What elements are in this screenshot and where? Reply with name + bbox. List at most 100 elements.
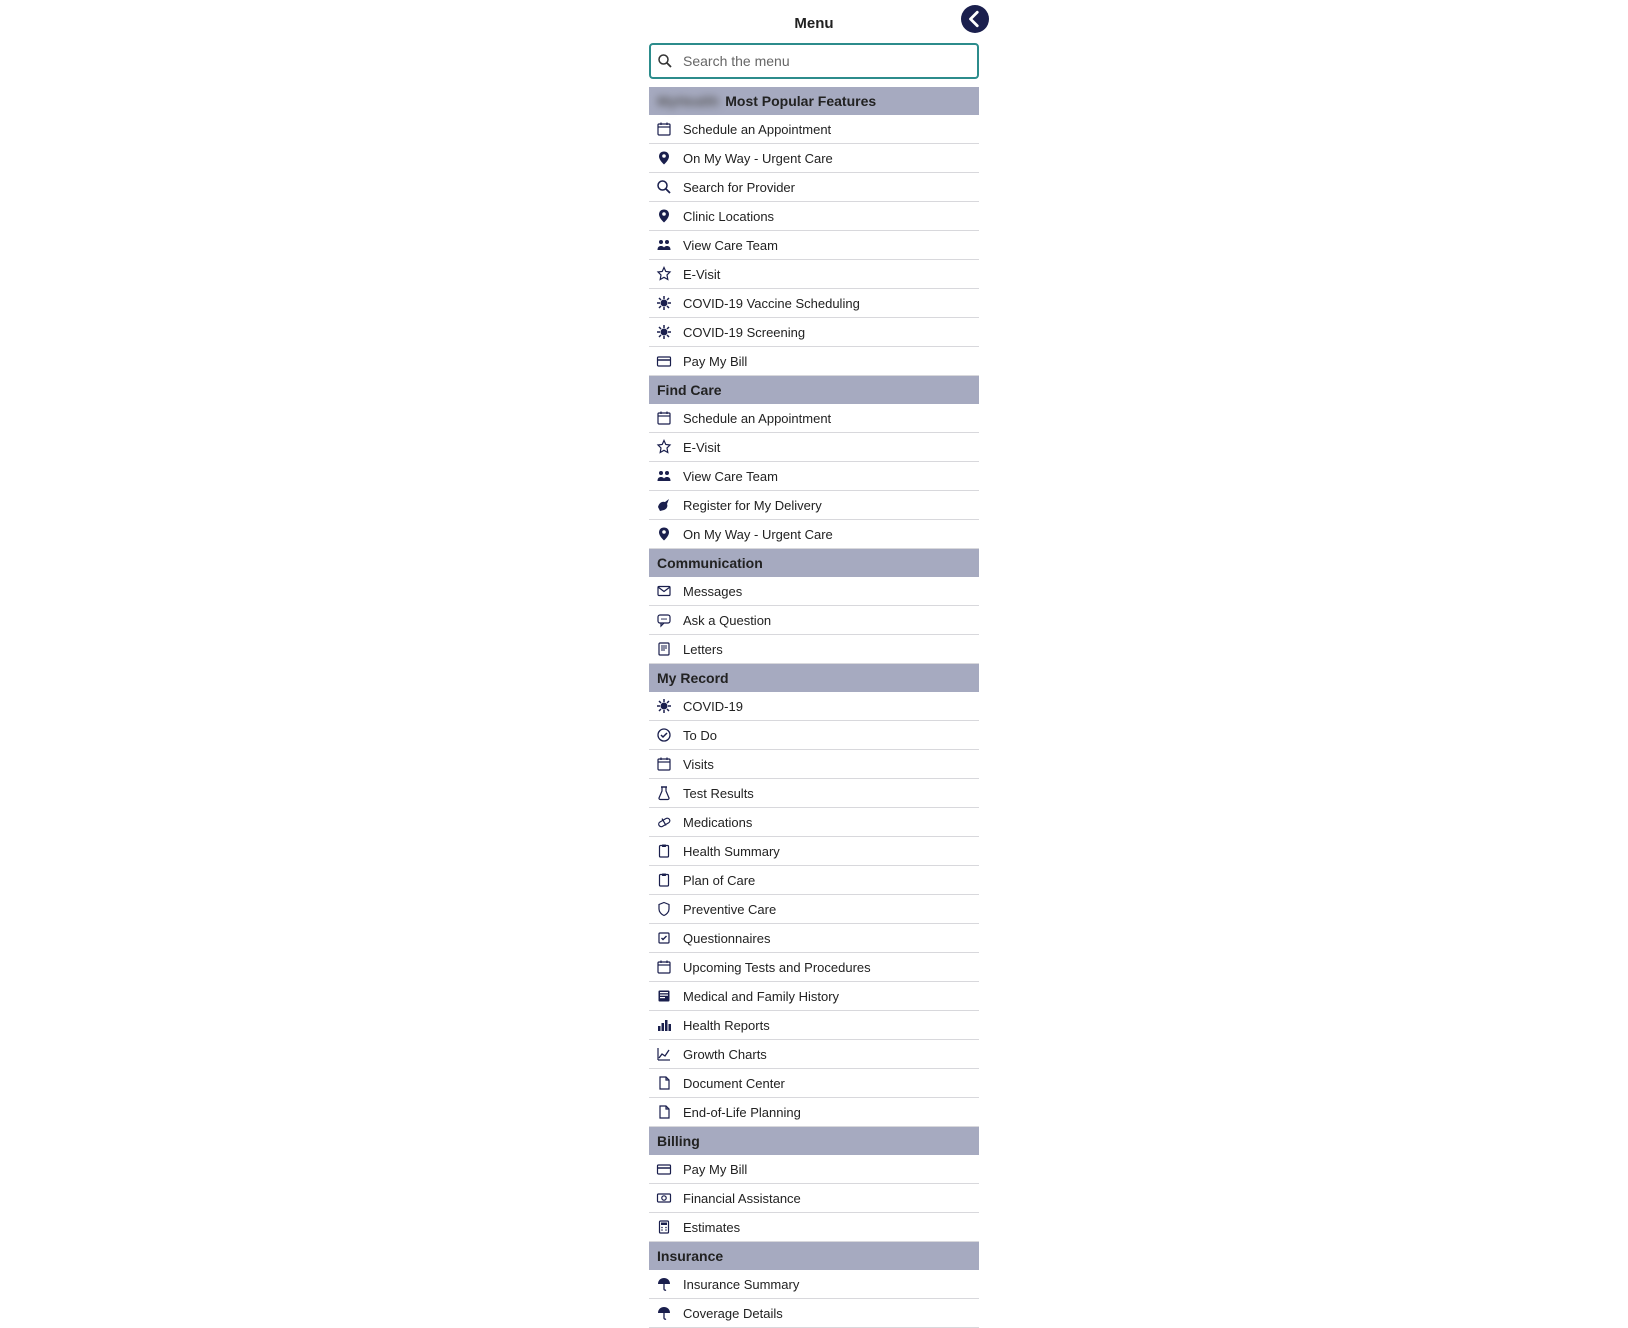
calendar-icon <box>655 755 673 773</box>
menu-item-to-do[interactable]: To Do <box>649 721 979 750</box>
menu-item-label: Questionnaires <box>683 931 770 946</box>
letter-icon <box>655 640 673 658</box>
menu-item-label: Growth Charts <box>683 1047 767 1062</box>
header: Menu <box>649 10 979 43</box>
menu-item-insurance-summary[interactable]: Insurance Summary <box>649 1270 979 1299</box>
clipboard-icon <box>655 842 673 860</box>
blurred-prefix: MyHealth <box>657 93 719 109</box>
menu-item-questionnaires[interactable]: Questionnaires <box>649 924 979 953</box>
menu-item-document-center[interactable]: Document Center <box>649 1069 979 1098</box>
menu-item-estimates[interactable]: Estimates <box>649 1213 979 1242</box>
calendar-icon <box>655 958 673 976</box>
menu-item-pay-my-bill-2[interactable]: Pay My Bill <box>649 1155 979 1184</box>
menu-item-label: Visits <box>683 757 714 772</box>
menu-item-label: COVID-19 <box>683 699 743 714</box>
umbrella-icon <box>655 1304 673 1322</box>
history-icon <box>655 987 673 1005</box>
menu-item-label: Pay My Bill <box>683 354 747 369</box>
menu-item-label: Health Summary <box>683 844 780 859</box>
menu-item-label: COVID-19 Vaccine Scheduling <box>683 296 860 311</box>
menu-item-label: Schedule an Appointment <box>683 122 831 137</box>
location-icon <box>655 207 673 225</box>
search-input[interactable] <box>649 43 979 79</box>
menu-item-label: Search for Provider <box>683 180 795 195</box>
creditcard-icon <box>655 1160 673 1178</box>
menu-item-letters[interactable]: Letters <box>649 635 979 664</box>
creditcard-icon <box>655 352 673 370</box>
umbrella-icon <box>655 1275 673 1293</box>
menu-item-on-my-way-2[interactable]: On My Way - Urgent Care <box>649 520 979 549</box>
menu-item-end-of-life[interactable]: End-of-Life Planning <box>649 1098 979 1127</box>
menu-item-label: Document Center <box>683 1076 785 1091</box>
menu-item-label: Messages <box>683 584 742 599</box>
menu-item-pay-my-bill[interactable]: Pay My Bill <box>649 347 979 376</box>
menu-item-covid-vaccine-scheduling[interactable]: COVID-19 Vaccine Scheduling <box>649 289 979 318</box>
menu-item-label: Clinic Locations <box>683 209 774 224</box>
menu-item-label: Plan of Care <box>683 873 755 888</box>
menu-item-label: Estimates <box>683 1220 740 1235</box>
menu-item-preventive-care[interactable]: Preventive Care <box>649 895 979 924</box>
menu-item-visits[interactable]: Visits <box>649 750 979 779</box>
clipboard-icon <box>655 871 673 889</box>
search-icon <box>655 178 673 196</box>
section-header-label: Communication <box>657 555 763 571</box>
document-icon <box>655 1074 673 1092</box>
check-circle-icon <box>655 726 673 744</box>
menu-item-e-visit[interactable]: E-Visit <box>649 260 979 289</box>
virus-icon <box>655 697 673 715</box>
calendar-icon <box>655 120 673 138</box>
menu-item-label: Insurance Summary <box>683 1277 799 1292</box>
stork-icon <box>655 496 673 514</box>
document-icon <box>655 1103 673 1121</box>
menu-item-view-care-team[interactable]: View Care Team <box>649 231 979 260</box>
menu-item-clinic-locations[interactable]: Clinic Locations <box>649 202 979 231</box>
section-header-label: My Record <box>657 670 729 686</box>
menu-item-upcoming-tests[interactable]: Upcoming Tests and Procedures <box>649 953 979 982</box>
menu-item-messages[interactable]: Messages <box>649 577 979 606</box>
menu-item-e-visit-2[interactable]: E-Visit <box>649 433 979 462</box>
menu-item-label: End-of-Life Planning <box>683 1105 801 1120</box>
menu-item-schedule-appointment[interactable]: Schedule an Appointment <box>649 115 979 144</box>
menu-item-health-reports[interactable]: Health Reports <box>649 1011 979 1040</box>
star-icon <box>655 438 673 456</box>
shield-icon <box>655 900 673 918</box>
section-header: My Record <box>649 664 979 692</box>
menu-item-medical-history[interactable]: Medical and Family History <box>649 982 979 1011</box>
chart-icon <box>655 1016 673 1034</box>
menu-item-label: E-Visit <box>683 267 720 282</box>
menu-item-label: View Care Team <box>683 469 778 484</box>
virus-icon <box>655 294 673 312</box>
menu-container: Menu MyHealthMost Popular Features Schedu… <box>649 10 979 1328</box>
menu-item-covid19[interactable]: COVID-19 <box>649 692 979 721</box>
checklist-icon <box>655 929 673 947</box>
section-header: Communication <box>649 549 979 577</box>
menu-item-covid-screening[interactable]: COVID-19 Screening <box>649 318 979 347</box>
menu-item-label: To Do <box>683 728 717 743</box>
section-header: MyHealthMost Popular Features <box>649 87 979 115</box>
menu-item-label: COVID-19 Screening <box>683 325 805 340</box>
menu-item-label: Medications <box>683 815 752 830</box>
menu-item-view-care-team-2[interactable]: View Care Team <box>649 462 979 491</box>
section-header: Billing <box>649 1127 979 1155</box>
menu-item-label: Schedule an Appointment <box>683 411 831 426</box>
menu-item-ask-question[interactable]: Ask a Question <box>649 606 979 635</box>
team-icon <box>655 467 673 485</box>
menu-item-growth-charts[interactable]: Growth Charts <box>649 1040 979 1069</box>
section-header: Find Care <box>649 376 979 404</box>
menu-item-medications[interactable]: Medications <box>649 808 979 837</box>
menu-item-search-provider[interactable]: Search for Provider <box>649 173 979 202</box>
menu-item-plan-of-care[interactable]: Plan of Care <box>649 866 979 895</box>
menu-item-coverage-details[interactable]: Coverage Details <box>649 1299 979 1328</box>
section-header-label: Find Care <box>657 382 722 398</box>
menu-item-financial-assistance[interactable]: Financial Assistance <box>649 1184 979 1213</box>
menu-item-test-results[interactable]: Test Results <box>649 779 979 808</box>
growth-icon <box>655 1045 673 1063</box>
menu-item-register-delivery[interactable]: Register for My Delivery <box>649 491 979 520</box>
back-button[interactable] <box>961 5 989 33</box>
envelope-icon <box>655 582 673 600</box>
menu-item-label: Register for My Delivery <box>683 498 822 513</box>
menu-item-schedule-appointment-2[interactable]: Schedule an Appointment <box>649 404 979 433</box>
menu-item-on-my-way[interactable]: On My Way - Urgent Care <box>649 144 979 173</box>
menu-item-health-summary[interactable]: Health Summary <box>649 837 979 866</box>
money-icon <box>655 1189 673 1207</box>
